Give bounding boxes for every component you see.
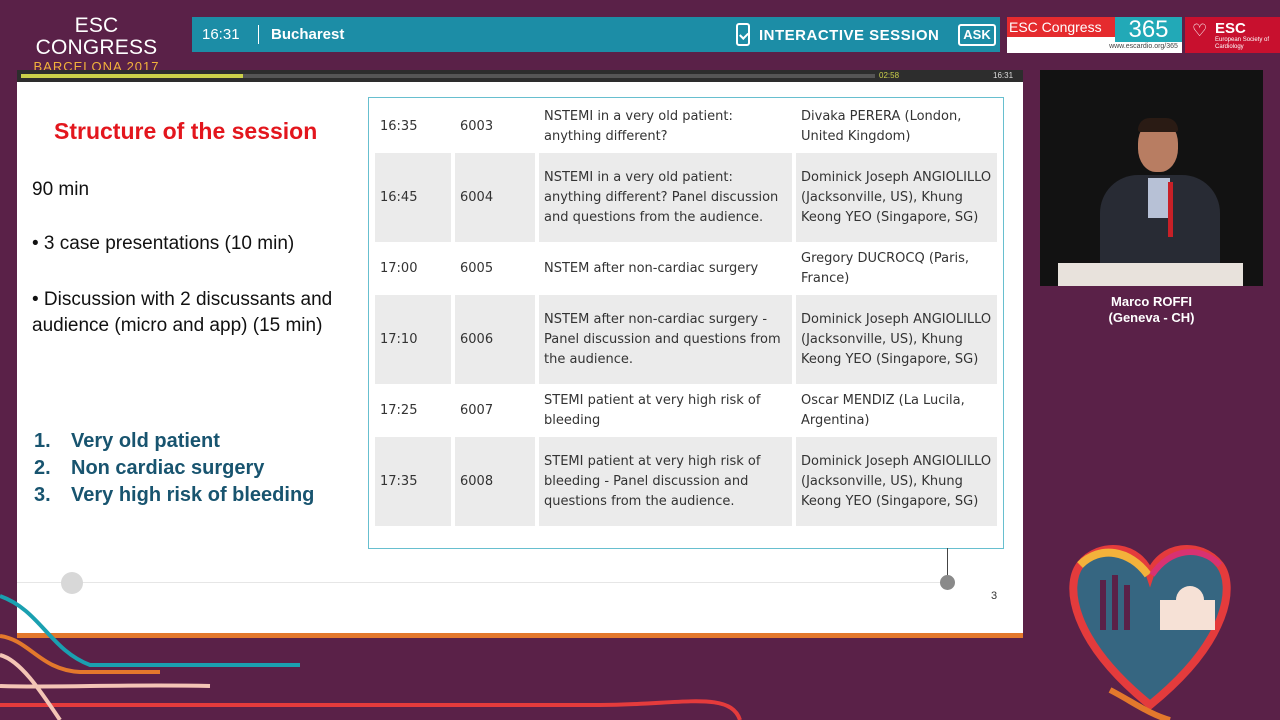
schedule-time: 17:00	[375, 244, 451, 293]
playback-bar: 02:58 16:31	[17, 70, 1023, 82]
congress-365-label: ESC Congress	[1007, 17, 1115, 37]
progress-fill	[21, 74, 243, 78]
schedule-speaker: Dominick Joseph ANGIOLILLO (Jacksonville…	[796, 295, 997, 384]
schedule-code: 6005	[455, 244, 535, 293]
esc-subtitle: European Society of Cardiology	[1215, 37, 1270, 50]
schedule-time: 16:45	[375, 153, 451, 242]
phone-icon	[736, 23, 750, 46]
case-number: 2.	[34, 457, 51, 479]
schedule-time: 17:35	[375, 437, 451, 526]
schedule-code: 6008	[455, 437, 535, 526]
ask-button[interactable]: ASK	[958, 24, 996, 46]
current-time: 16:31	[202, 26, 240, 43]
podium	[1058, 263, 1243, 286]
bullet-case-presentations: • 3 case presentations (10 min)	[32, 233, 295, 254]
speaker-location: (Geneva - CH)	[1108, 310, 1195, 325]
interactive-session-label: INTERACTIVE SESSION	[759, 27, 940, 44]
esc-title: ESC	[1215, 20, 1246, 37]
heart-icon: ♡	[1192, 21, 1208, 40]
table-row: 17:10 6006 NSTEM after non-cardiac surge…	[375, 295, 997, 384]
slide-ornament	[61, 572, 83, 594]
schedule-speaker: Gregory DUCROCQ (Paris, France)	[796, 244, 997, 293]
remaining-time: 02:58	[879, 71, 900, 80]
schedule-table: 16:35 6003 NSTEMI in a very old patient:…	[368, 97, 1004, 549]
schedule-time: 17:10	[375, 295, 451, 384]
speaker-shirt	[1148, 178, 1170, 218]
schedule-title: NSTEM after non-cardiac surgery - Panel …	[539, 295, 792, 384]
schedule-title: NSTEM after non-cardiac surgery	[539, 244, 792, 293]
congress-logo: ESC CONGRESS BARCELONA 2017	[14, 15, 179, 75]
table-row: 16:35 6003 NSTEMI in a very old patient:…	[375, 102, 997, 151]
table-row: 16:45 6004 NSTEMI in a very old patient:…	[375, 153, 997, 242]
schedule-time: 16:35	[375, 102, 451, 151]
congress-365-url: www.escardio.org/365	[1109, 43, 1178, 50]
divider	[258, 25, 259, 44]
case-label: Very old patient	[71, 430, 220, 452]
table-row: 17:25 6007 STEMI patient at very high ri…	[375, 386, 997, 435]
schedule-title: NSTEMI in a very old patient: anything d…	[539, 153, 792, 242]
speaker-hair	[1138, 118, 1178, 132]
case-number: 1.	[34, 430, 51, 452]
session-duration: 90 min	[32, 179, 90, 200]
schedule-title: STEMI patient at very high risk of bleed…	[539, 386, 792, 435]
schedule-speaker: Dominick Joseph ANGIOLILLO (Jacksonville…	[796, 153, 997, 242]
table-row: 17:35 6008 STEMI patient at very high ri…	[375, 437, 997, 526]
speaker-lanyard	[1168, 182, 1173, 237]
schedule-code: 6003	[455, 102, 535, 151]
schedule-code: 6006	[455, 295, 535, 384]
case-label: Non cardiac surgery	[71, 457, 265, 479]
esc-logo: ♡ ESC European Society of Cardiology	[1185, 17, 1280, 53]
schedule-code: 6007	[455, 386, 535, 435]
schedule-code: 6004	[455, 153, 535, 242]
bullet-discussion: • Discussion with 2 discussants and audi…	[32, 289, 333, 336]
speaker-name: Marco ROFFI	[1111, 294, 1192, 309]
speaker-video	[1040, 70, 1263, 286]
congress-365-number: 365	[1115, 17, 1182, 42]
case-number: 3.	[34, 484, 51, 506]
schedule-speaker: Oscar MENDIZ (La Lucila, Argentina)	[796, 386, 997, 435]
slide-title: Structure of the session	[54, 118, 318, 144]
room-name: Bucharest	[271, 26, 345, 43]
clock: 16:31	[993, 71, 1014, 80]
list-item: 3. Very high risk of bleeding	[34, 482, 314, 509]
presentation-slide: 02:58 16:31 Structure of the session 90 …	[17, 70, 1023, 638]
schedule-title: STEMI patient at very high risk of bleed…	[539, 437, 792, 526]
barcelona-heart-icon	[1069, 545, 1231, 720]
slide-page-number: 3	[991, 590, 998, 602]
session-info-bar: 16:31 Bucharest INTERACTIVE SESSION ASK	[192, 17, 1000, 52]
table-row: 17:00 6005 NSTEM after non-cardiac surge…	[375, 244, 997, 293]
slide-ornament	[940, 575, 955, 590]
list-item: 1. Very old patient	[34, 428, 314, 455]
slide-marker	[947, 548, 948, 576]
list-item: 2. Non cardiac surgery	[34, 455, 314, 482]
schedule-speaker: Divaka PERERA (London, United Kingdom)	[796, 102, 997, 151]
esc-congress-365-logo: ESC Congress 365 www.escardio.org/365	[1007, 17, 1182, 53]
schedule-time: 17:25	[375, 386, 451, 435]
case-label: Very high risk of bleeding	[71, 484, 315, 506]
speaker-caption: Marco ROFFI (Geneva - CH)	[1040, 294, 1263, 326]
logo-title: ESC CONGRESS	[35, 14, 158, 59]
schedule-speaker: Dominick Joseph ANGIOLILLO (Jacksonville…	[796, 437, 997, 526]
slide-bottom-bar	[17, 633, 1023, 638]
slide-rule	[17, 582, 947, 583]
case-list: 1. Very old patient 2. Non cardiac surgery…	[34, 428, 314, 509]
schedule-title: NSTEMI in a very old patient: anything d…	[539, 102, 792, 151]
